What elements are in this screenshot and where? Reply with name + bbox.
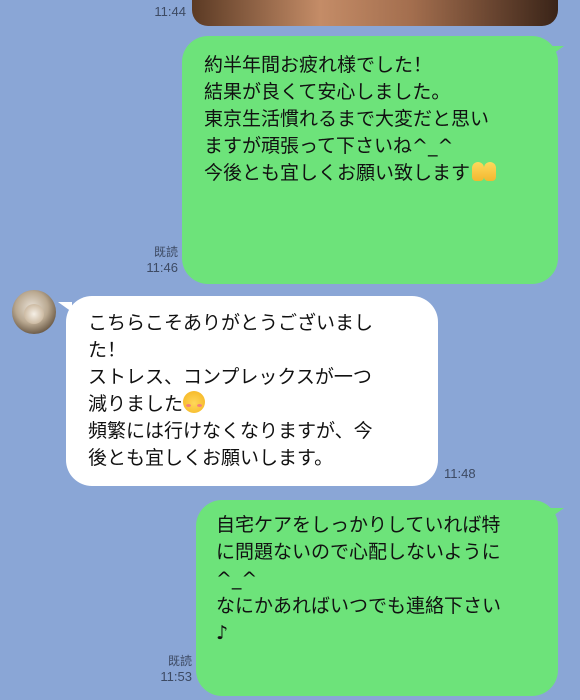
palms-up-together-icon bbox=[470, 160, 498, 182]
message-line: ♪ bbox=[216, 622, 229, 644]
sent-photo[interactable] bbox=[192, 0, 558, 26]
message-line: なにかあればいつでも連絡下さい bbox=[216, 595, 502, 617]
message-line: に問題ないので心配しないように bbox=[216, 541, 501, 563]
message-time: 11:46 bbox=[146, 260, 178, 275]
message-time: 11:48 bbox=[444, 466, 476, 481]
message-line: 結果が良くて安心しました。 bbox=[204, 81, 451, 103]
message-meta: 既読 11:53 bbox=[140, 653, 192, 685]
bubble-tail bbox=[550, 46, 564, 56]
message-meta: 既読 11:46 bbox=[126, 244, 178, 276]
smiling-face-icon bbox=[183, 391, 206, 413]
message-time: 11:53 bbox=[160, 669, 192, 684]
message-line: 自宅ケアをしっかりしていれば特 bbox=[216, 514, 501, 536]
message-meta: 11:44 bbox=[130, 4, 186, 20]
message-bubble-outgoing[interactable]: 自宅ケアをしっかりしていれば特 に問題ないので心配しないように ^_^ なにかあ… bbox=[196, 500, 558, 696]
message-line: ストレス、コンプレックスが一つ bbox=[88, 366, 372, 388]
message-line: 約半年間お疲れ様でした！ bbox=[204, 54, 433, 76]
message-line: ^_^ bbox=[216, 568, 258, 590]
message-line: 頻繁には行けなくなりますが、今 bbox=[88, 420, 373, 442]
message-line: ますが頑張って下さいね^_^ bbox=[204, 135, 454, 157]
bubble-tail bbox=[550, 508, 564, 518]
message-meta: 11:48 bbox=[444, 466, 492, 482]
bubble-tail bbox=[58, 302, 72, 312]
message-line: 東京生活慣れるまで大変だと思い bbox=[204, 108, 490, 130]
message-time: 11:44 bbox=[154, 4, 186, 19]
message-line: 後とも宜しくお願いします。 bbox=[88, 447, 334, 469]
read-receipt: 既読 bbox=[167, 654, 192, 668]
avatar[interactable] bbox=[12, 290, 56, 334]
message-bubble-incoming[interactable]: こちらこそありがとうございまし た！ ストレス、コンプレックスが一つ 減りました… bbox=[66, 296, 438, 486]
message-bubble-outgoing[interactable]: 約半年間お疲れ様でした！ 結果が良くて安心しました。 東京生活慣れるまで大変だと… bbox=[182, 36, 558, 284]
chat-view: 11:44 既読 11:46 約半年間お疲れ様でした！ 結果が良くて安心しました… bbox=[0, 0, 580, 700]
message-line: た！ bbox=[88, 339, 127, 361]
message-line: 今後とも宜しくお願い致します bbox=[204, 160, 540, 187]
message-line: 減りました bbox=[88, 391, 422, 418]
message-line: こちらこそありがとうございまし bbox=[88, 312, 374, 334]
read-receipt: 既読 bbox=[153, 245, 178, 259]
